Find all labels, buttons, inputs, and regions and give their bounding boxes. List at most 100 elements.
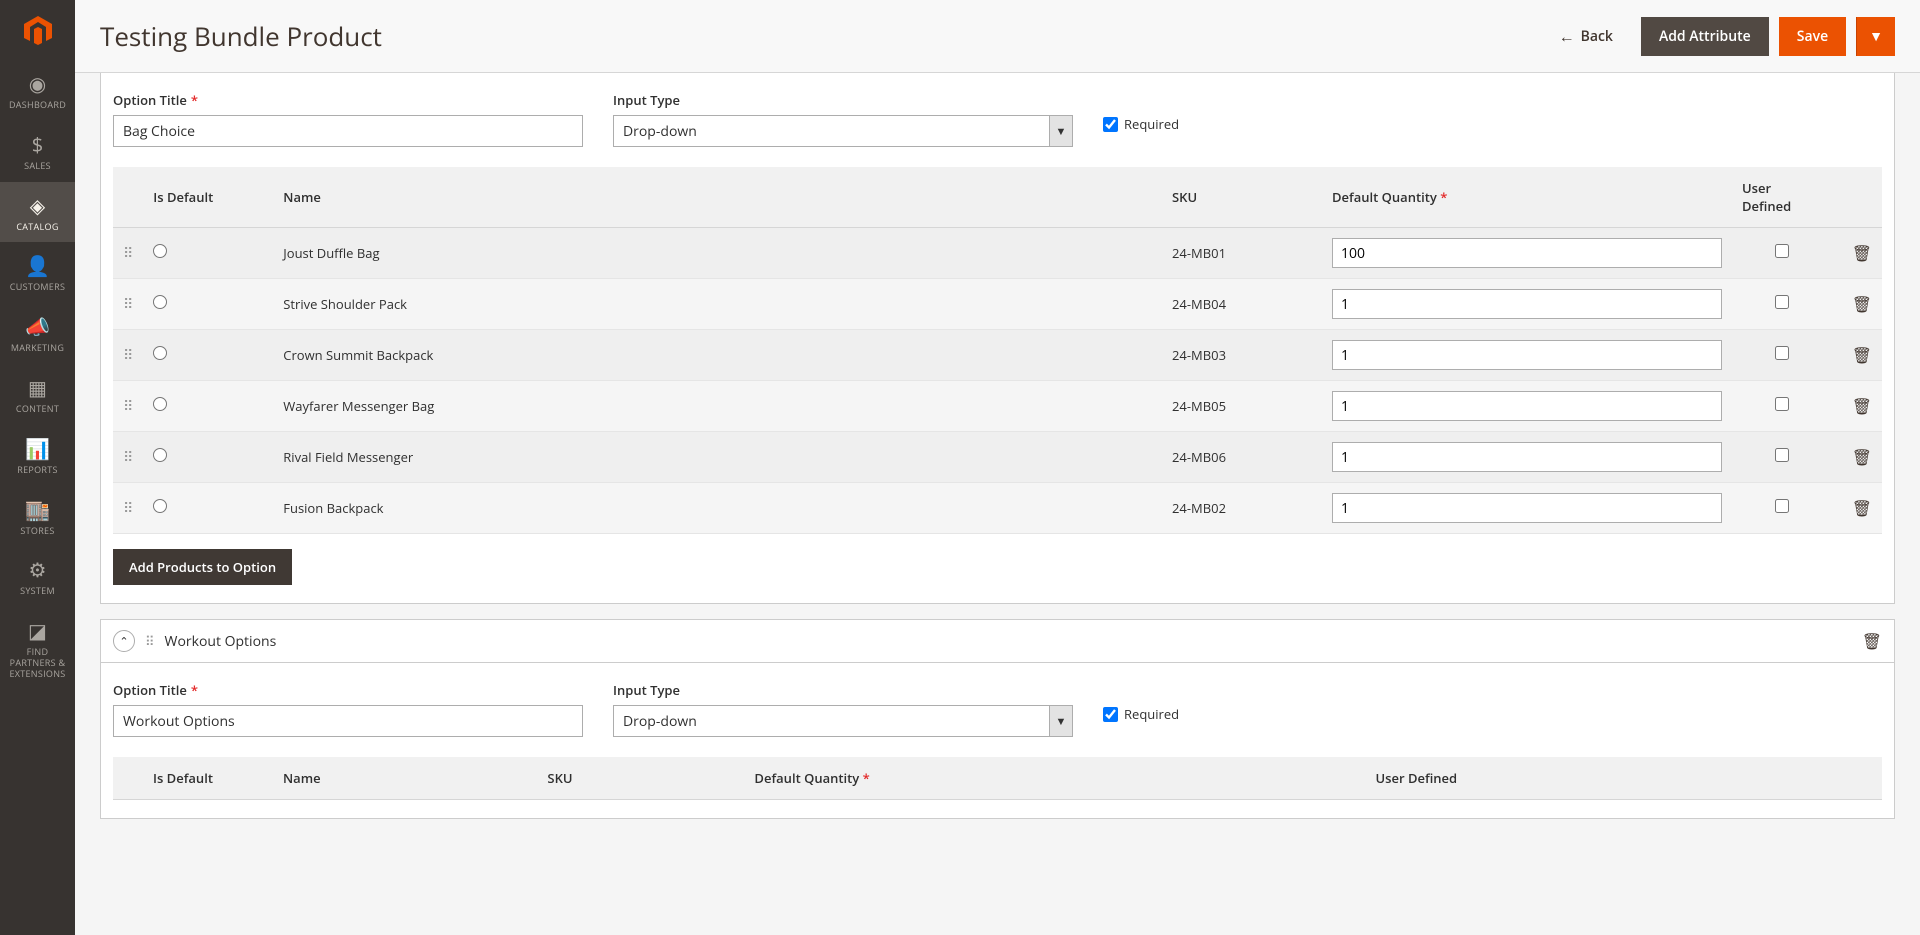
trash-icon[interactable]: 🗑 xyxy=(1852,293,1872,315)
page-title: Testing Bundle Product xyxy=(100,18,1541,54)
option-title-label: Option Title* xyxy=(113,91,583,109)
nav-icon: 🏬 xyxy=(25,496,50,523)
nav-label: System xyxy=(20,586,55,597)
back-button[interactable]: ← Back xyxy=(1541,15,1631,57)
default-qty-input[interactable] xyxy=(1332,493,1722,523)
table-row: Fusion Backpack24-MB02 🗑 xyxy=(113,483,1882,534)
nav-item-customers[interactable]: 👤Customers xyxy=(0,242,75,303)
table-row: Wayfarer Messenger Bag24-MB05🗑 xyxy=(113,381,1882,432)
page-header: Testing Bundle Product ← Back Add Attrib… xyxy=(75,0,1920,73)
is-default-radio[interactable] xyxy=(153,295,167,309)
is-default-radio[interactable] xyxy=(153,499,167,513)
nav-item-stores[interactable]: 🏬Stores xyxy=(0,486,75,547)
drag-handle-icon[interactable] xyxy=(123,448,133,467)
input-type-select[interactable]: Drop-down xyxy=(613,115,1049,147)
is-default-radio[interactable] xyxy=(153,244,167,258)
nav-item-marketing[interactable]: 📣Marketing xyxy=(0,303,75,364)
item-name: Crown Summit Backpack xyxy=(273,330,1162,381)
select-arrow-icon[interactable]: ▼ xyxy=(1049,115,1073,147)
input-type-label: Input Type xyxy=(613,91,1073,109)
option-title-input[interactable] xyxy=(113,115,583,147)
add-products-button[interactable]: Add Products to Option xyxy=(113,549,292,585)
trash-icon[interactable]: 🗑 xyxy=(1852,344,1872,366)
th-sku: SKU xyxy=(1162,167,1322,228)
item-sku: 24-MB02 xyxy=(1162,483,1322,534)
drag-handle-icon[interactable] xyxy=(123,346,133,365)
th-qty-2: Default Quantity * xyxy=(744,757,1365,800)
bundle-option-panel: Option Title* Input Type Drop-down ▼ Req… xyxy=(100,73,1895,604)
nav-item-sales[interactable]: $ Sales xyxy=(0,121,75,182)
default-qty-input[interactable] xyxy=(1332,442,1722,472)
table-row: Rival Field Messenger24-MB06 🗑 xyxy=(113,432,1882,483)
back-label: Back xyxy=(1581,27,1613,46)
item-name: Fusion Backpack xyxy=(273,483,1162,534)
select-arrow-icon-2[interactable]: ▼ xyxy=(1049,705,1073,737)
add-attribute-button[interactable]: Add Attribute xyxy=(1641,17,1769,56)
user-defined-checkbox[interactable] xyxy=(1775,397,1789,411)
item-sku: 24-MB01 xyxy=(1162,228,1322,279)
item-sku: 24-MB04 xyxy=(1162,279,1322,330)
option-panel-title: Workout Options xyxy=(165,632,1852,651)
required-checkbox[interactable] xyxy=(1103,117,1118,132)
input-type-label-2: Input Type xyxy=(613,681,1073,699)
required-checkbox-2[interactable] xyxy=(1103,707,1118,722)
default-qty-input[interactable] xyxy=(1332,340,1722,370)
th-user-defined: User Defined xyxy=(1732,167,1832,228)
delete-option-icon[interactable]: 🗑 xyxy=(1862,630,1882,652)
user-defined-checkbox[interactable] xyxy=(1775,499,1789,513)
item-sku: 24-MB03 xyxy=(1162,330,1322,381)
trash-icon[interactable]: 🗑 xyxy=(1852,446,1872,468)
option-title-label-2: Option Title* xyxy=(113,681,583,699)
user-defined-checkbox[interactable] xyxy=(1775,448,1789,462)
nav-item-catalog[interactable]: ◈Catalog xyxy=(0,182,75,243)
chevron-up-icon: ⌃ xyxy=(119,634,128,649)
nav-label: Catalog xyxy=(16,222,58,233)
user-defined-checkbox[interactable] xyxy=(1775,346,1789,360)
is-default-radio[interactable] xyxy=(153,448,167,462)
default-qty-input[interactable] xyxy=(1332,391,1722,421)
nav-item-reports[interactable]: 📊Reports xyxy=(0,425,75,486)
nav-item-dashboard[interactable]: ◉Dashboard xyxy=(0,60,75,121)
drag-handle-icon[interactable] xyxy=(123,499,133,518)
input-type-select-2[interactable]: Drop-down xyxy=(613,705,1049,737)
default-qty-input[interactable] xyxy=(1332,289,1722,319)
th-sku-2: SKU xyxy=(537,757,744,800)
nav-icon: 📣 xyxy=(25,313,50,340)
user-defined-checkbox[interactable] xyxy=(1775,295,1789,309)
nav-icon: 👤 xyxy=(25,252,50,279)
required-label: Required xyxy=(1124,115,1179,133)
magento-logo[interactable] xyxy=(0,0,75,60)
item-sku: 24-MB06 xyxy=(1162,432,1322,483)
user-defined-checkbox[interactable] xyxy=(1775,244,1789,258)
collapse-toggle[interactable]: ⌃ xyxy=(113,630,135,652)
drag-handle-icon[interactable] xyxy=(123,244,133,263)
default-qty-input[interactable] xyxy=(1332,238,1722,268)
nav-icon: $ xyxy=(32,131,43,158)
trash-icon[interactable]: 🗑 xyxy=(1852,242,1872,264)
is-default-radio[interactable] xyxy=(153,397,167,411)
drag-handle-icon[interactable] xyxy=(145,632,155,650)
option-title-input-2[interactable] xyxy=(113,705,583,737)
trash-icon[interactable]: 🗑 xyxy=(1852,395,1872,417)
th-name: Name xyxy=(273,167,1162,228)
drag-handle-icon[interactable] xyxy=(123,295,133,314)
item-name: Wayfarer Messenger Bag xyxy=(273,381,1162,432)
bundle-items-table: Is Default Name SKU Default Quantity * U… xyxy=(113,167,1882,534)
save-button[interactable]: Save xyxy=(1779,17,1846,56)
save-dropdown-button[interactable]: ▼ xyxy=(1856,17,1895,56)
nav-label: Find Partners & Extensions xyxy=(5,647,70,679)
th-is-default: Is Default xyxy=(143,167,273,228)
item-name: Rival Field Messenger xyxy=(273,432,1162,483)
th-qty: Default Quantity * xyxy=(1322,167,1732,228)
th-is-default-2: Is Default xyxy=(143,757,273,800)
table-row: Crown Summit Backpack24-MB03 🗑 xyxy=(113,330,1882,381)
is-default-radio[interactable] xyxy=(153,346,167,360)
nav-item-system[interactable]: ⚙System xyxy=(0,546,75,607)
nav-label: Sales xyxy=(24,161,51,172)
required-label-2: Required xyxy=(1124,705,1179,723)
nav-item-find-partners-extensions[interactable]: ◪Find Partners & Extensions xyxy=(0,607,75,689)
item-name: Strive Shoulder Pack xyxy=(273,279,1162,330)
nav-item-content[interactable]: ▦Content xyxy=(0,364,75,425)
drag-handle-icon[interactable] xyxy=(123,397,133,416)
trash-icon[interactable]: 🗑 xyxy=(1852,497,1872,519)
